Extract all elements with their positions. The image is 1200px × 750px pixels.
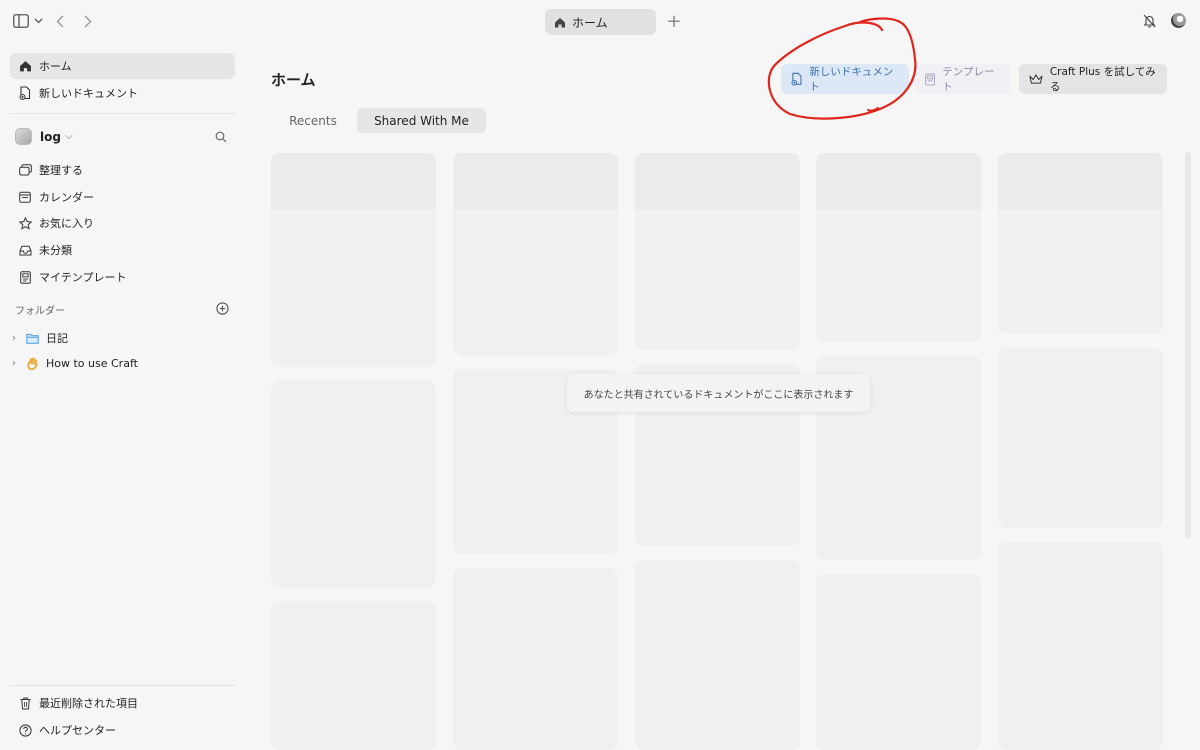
sidebar-item-label: 最近削除された項目	[39, 697, 138, 710]
placeholder-card	[816, 574, 981, 750]
sidebar-item-label: ホーム	[39, 60, 72, 73]
new-document-button[interactable]: 新しいドキュメント	[781, 64, 909, 94]
divider	[10, 113, 235, 114]
chevron-right-icon[interactable]: ›	[12, 358, 22, 369]
title-bar: ホーム +	[0, 0, 1200, 42]
placeholder-card	[635, 560, 800, 750]
tab-label: ホーム	[572, 15, 608, 30]
add-folder-icon[interactable]	[215, 301, 229, 315]
workspace-logo	[15, 128, 32, 145]
divider	[10, 685, 235, 686]
avatar[interactable]	[1171, 13, 1186, 28]
workspace-switcher[interactable]: log ⌵	[15, 128, 73, 145]
folder-item-how-to-use-craft[interactable]: › How to use Craft	[12, 357, 138, 370]
sidebar-item-organize[interactable]: 整理する	[10, 157, 235, 183]
placeholder-card	[998, 542, 1163, 750]
plus-icon[interactable]: +	[664, 10, 684, 32]
empty-state-message: あなたと共有されているドキュメントがここに表示されます	[567, 374, 870, 412]
calendar-icon	[18, 190, 32, 204]
template-icon	[18, 270, 32, 284]
chevron-down-icon[interactable]	[33, 15, 43, 27]
trash-icon	[18, 696, 32, 710]
tab-home[interactable]: ホーム	[545, 9, 656, 35]
sidebar-item-uncategorized[interactable]: 未分類	[10, 237, 235, 263]
crown-icon	[1029, 74, 1043, 84]
placeholder-card	[453, 568, 618, 750]
placeholder-card	[998, 153, 1163, 334]
inbox-icon	[18, 243, 32, 257]
folder-icon	[26, 333, 39, 344]
new-document-icon	[791, 72, 802, 86]
sidebar-item-help-center[interactable]: ヘルプセンター	[10, 717, 235, 743]
sidebar-item-label: ヘルプセンター	[39, 724, 116, 737]
folder-item-diary[interactable]: › 日記	[12, 330, 68, 346]
craft-plus-button[interactable]: Craft Plus を試してみる	[1019, 64, 1167, 94]
scrollbar[interactable]	[1185, 152, 1191, 538]
sidebar-item-label: お気に入り	[39, 217, 94, 230]
help-icon	[18, 723, 32, 737]
placeholder-card	[271, 601, 436, 750]
chevron-right-icon[interactable]: ›	[12, 333, 22, 344]
page-title: ホーム	[271, 71, 316, 89]
content-tabs: Recents Shared With Me	[271, 108, 486, 133]
forward-arrow-icon[interactable]	[81, 13, 95, 29]
sidebar-item-label: マイテンプレート	[39, 271, 127, 284]
chevron-down-icon: ⌵	[64, 131, 73, 142]
back-arrow-icon[interactable]	[53, 13, 67, 29]
sidebar-item-home[interactable]: ホーム	[10, 53, 235, 79]
placeholder-card	[271, 153, 436, 367]
sidebar-item-new-document[interactable]: 新しいドキュメント	[10, 80, 235, 106]
folder-label: How to use Craft	[46, 357, 138, 370]
organize-icon	[18, 163, 32, 177]
placeholder-card	[271, 381, 436, 587]
house-icon	[555, 17, 565, 27]
templates-button[interactable]: テンプレート	[915, 64, 1011, 94]
search-icon[interactable]	[214, 130, 227, 143]
placeholder-card	[453, 153, 618, 355]
placeholder-card	[816, 153, 981, 342]
sidebar-item-label: カレンダー	[39, 191, 94, 204]
sidebar-item-recently-deleted[interactable]: 最近削除された項目	[10, 690, 235, 716]
tab-recents[interactable]: Recents	[271, 108, 355, 133]
folders-section-label: フォルダー	[15, 306, 65, 317]
templates-button-label: テンプレート	[942, 66, 995, 93]
sidebar-item-calendar[interactable]: カレンダー	[10, 184, 235, 210]
sidebar-item-favorites[interactable]: お気に入り	[10, 210, 235, 236]
craft-plus-button-label: Craft Plus を試してみる	[1049, 66, 1156, 93]
new-document-button-label: 新しいドキュメント	[809, 66, 894, 93]
template-icon	[925, 73, 936, 85]
placeholder-card	[998, 348, 1163, 528]
new-document-icon	[18, 86, 32, 100]
sidebar-item-label: 新しいドキュメント	[39, 87, 138, 100]
sidebar-item-my-templates[interactable]: マイテンプレート	[10, 264, 235, 290]
placeholder-card	[635, 153, 800, 350]
workspace-name: log	[40, 129, 61, 144]
sidebar-item-label: 整理する	[39, 164, 83, 177]
sidebar-toggle-icon[interactable]	[12, 13, 29, 28]
house-icon	[18, 59, 32, 73]
tab-shared-with-me[interactable]: Shared With Me	[357, 108, 486, 133]
waving-hand-icon	[26, 357, 39, 370]
folder-label: 日記	[46, 332, 68, 345]
sidebar-item-label: 未分類	[39, 244, 72, 257]
bell-slash-icon[interactable]	[1142, 13, 1156, 28]
sidebar: ホーム 新しいドキュメント log ⌵ 整理する カレンダー お気に入り 未分類…	[0, 42, 246, 750]
star-icon	[18, 216, 32, 230]
